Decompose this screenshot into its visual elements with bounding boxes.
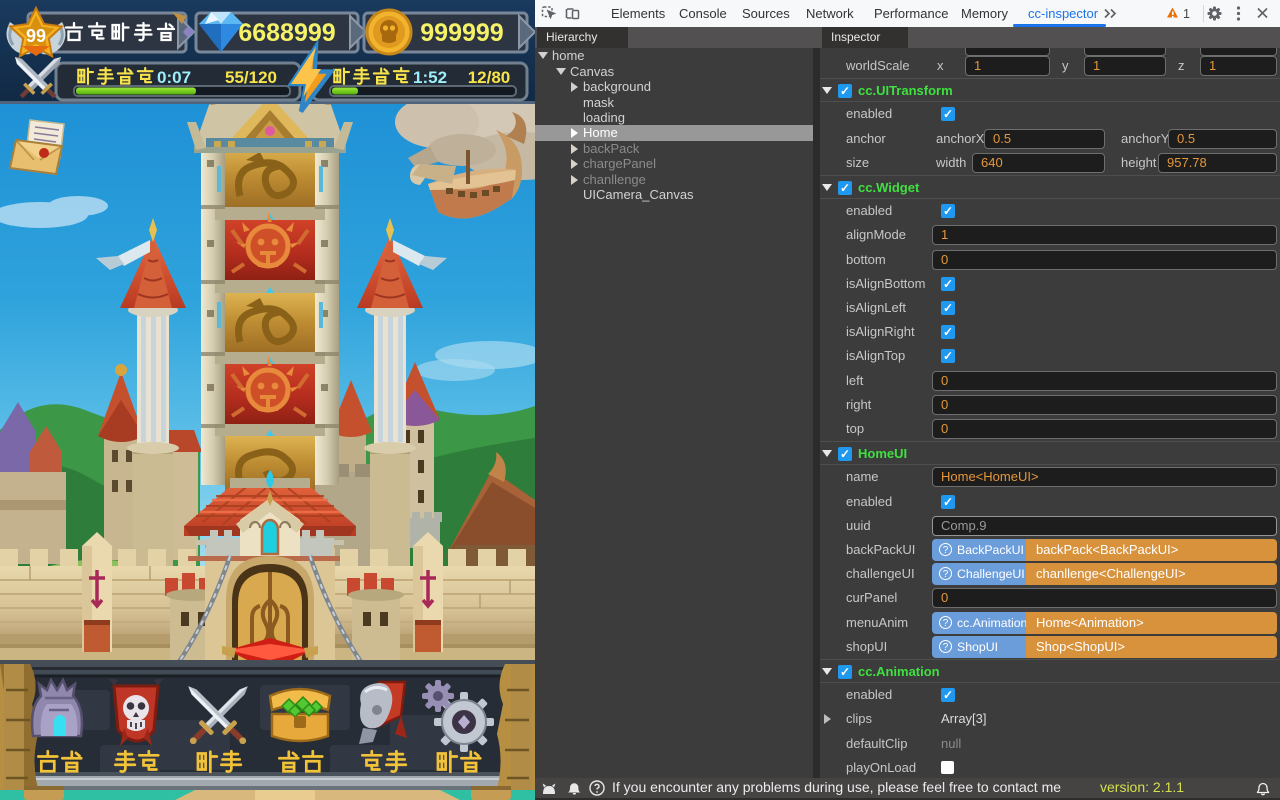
svg-text:1: 1 (1183, 7, 1190, 21)
svg-text:1:52: 1:52 (413, 68, 447, 87)
svg-text:55/120: 55/120 (225, 68, 277, 87)
svg-text:0:07: 0:07 (157, 68, 191, 87)
svg-text:12/80: 12/80 (468, 68, 511, 87)
svg-text:6688999: 6688999 (238, 19, 335, 47)
svg-text:999999: 999999 (420, 19, 503, 47)
svg-text:99: 99 (26, 26, 46, 46)
